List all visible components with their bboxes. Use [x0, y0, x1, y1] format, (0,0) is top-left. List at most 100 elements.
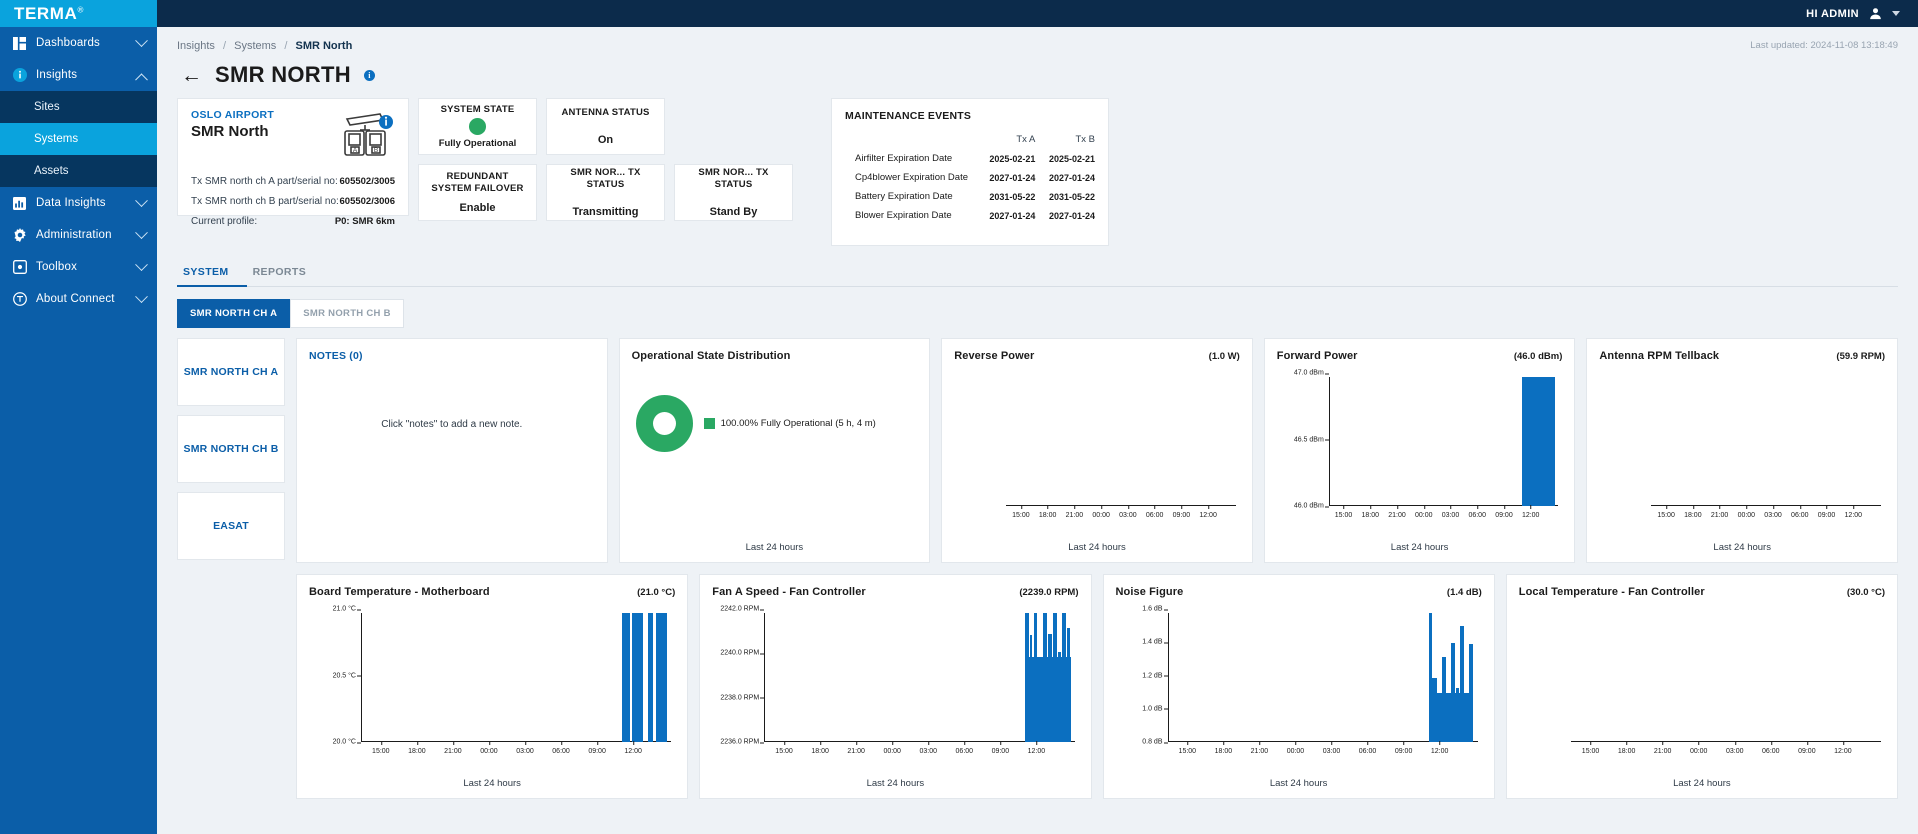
sidebar-item-systems[interactable]: Systems — [0, 123, 157, 155]
x-axis-tick: 12:00 — [1199, 505, 1217, 519]
x-axis-tick: 12:00 — [1521, 505, 1540, 519]
id-label-profile: Current profile: — [191, 216, 258, 227]
x-axis-tick: 03:00 — [1441, 505, 1460, 519]
plot-area — [1006, 377, 1236, 506]
tab-smr-north-ch-b[interactable]: SMR NORTH CH B — [290, 299, 404, 328]
plot-area — [1651, 377, 1881, 506]
tile-redundant-failover[interactable]: REDUNDANT SYSTEM FAILOVER Enable — [418, 164, 537, 221]
x-axis-tick: 00:00 — [1737, 505, 1756, 519]
table-row: Airfilter Expiration Date 2025-02-21 202… — [845, 149, 1095, 168]
donut-ring — [635, 395, 693, 452]
x-axis-tick: 09:00 — [991, 741, 1010, 755]
maintenance-table: Tx A Tx B Airfilter Expiration Date 2025… — [845, 131, 1095, 225]
sidebar-item-insights[interactable]: Insights — [0, 59, 157, 91]
breadcrumb: Insights / Systems / SMR North — [177, 40, 352, 52]
tab-label-system: SYSTEM — [183, 266, 229, 278]
breadcrumb-systems[interactable]: Systems — [234, 40, 276, 52]
tile-tx-status-b[interactable]: SMR NOR... TX STATUS Stand By — [674, 164, 793, 221]
panel-noise-figure: Noise Figure (1.4 dB) 1.6 dB 1.4 dB 1.2 dB… — [1102, 574, 1495, 799]
info-icon[interactable]: i — [363, 69, 375, 81]
panel-title: Reverse Power — [954, 350, 1035, 362]
sidebar-item-dashboards[interactable]: Dashboards — [0, 27, 157, 59]
panel-header: Antenna RPM Tellback (59.9 RPM) — [1599, 350, 1885, 362]
panel-header: Fan A Speed - Fan Controller (2239.0 RPM… — [712, 586, 1078, 598]
side-card-easat[interactable]: EASAT — [177, 492, 285, 560]
sidebar-label-systems: Systems — [34, 133, 79, 145]
page-header: ← SMR NORTH i — [181, 62, 1898, 88]
brand-logo[interactable]: TERMA® — [0, 0, 157, 27]
sidebar-item-about-connect[interactable]: About Connect — [0, 283, 157, 315]
sidebar-item-administration[interactable]: Administration — [0, 219, 157, 251]
panel-title: Local Temperature - Fan Controller — [1518, 586, 1705, 598]
tile-system-state[interactable]: SYSTEM STATE Fully Operational — [418, 98, 537, 155]
chart-bar — [655, 613, 667, 742]
sidebar-label-assets: Assets — [34, 165, 69, 177]
sidebar-item-assets[interactable]: Assets — [0, 155, 157, 187]
tab-smr-north-ch-a[interactable]: SMR NORTH CH A — [177, 299, 291, 328]
id-row-tx-b: Tx SMR north ch B part/serial no: 605502… — [191, 196, 395, 207]
tile-title-antenna-status: ANTENNA STATUS — [561, 106, 650, 118]
maintenance-col-tx-a: Tx A — [1016, 134, 1036, 145]
x-axis-tick: 15:00 — [775, 741, 793, 755]
x-axis-tick: 15:00 — [1178, 741, 1197, 755]
tile-antenna-status[interactable]: ANTENNA STATUS On — [546, 98, 665, 155]
user-menu[interactable]: HI ADMIN — [1806, 6, 1918, 21]
x-axis-tick: 21:00 — [444, 741, 462, 755]
tile-value-redundant-failover: Enable — [459, 201, 496, 214]
y-axis: 2242.0 RPM 2240.0 RPM 2238.0 RPM 2236.0 RPM — [712, 606, 765, 746]
chart-bar — [1024, 656, 1072, 742]
sidebar-item-data-insights[interactable]: Data Insights — [0, 187, 157, 219]
sidebar-label-toolbox: Toolbox — [36, 261, 78, 273]
x-axis-tick: 00:00 — [1689, 741, 1708, 755]
maintenance-row-tx-b: 2027-01-24 — [1048, 172, 1095, 183]
notes-panel: NOTES (0) Click "notes" to add a new not… — [296, 338, 608, 563]
breadcrumb-bar: Insights / Systems / SMR North Last upda… — [177, 27, 1898, 57]
chart-bar — [647, 613, 653, 742]
x-axis-tick: 03:00 — [919, 741, 938, 755]
panel-fan-a-speed: Fan A Speed - Fan Controller (2239.0 RPM… — [699, 574, 1092, 799]
x-axis-tick: 21:00 — [847, 741, 865, 755]
tab-reports[interactable]: REPORTS — [247, 258, 325, 287]
x-axis-tick: 15:00 — [372, 741, 390, 755]
status-tiles: SYSTEM STATE Fully Operational ANTENNA S… — [418, 98, 793, 221]
notes-title[interactable]: NOTES (0) — [309, 350, 595, 362]
side-card-smr-north-ch-a[interactable]: SMR NORTH CH A — [177, 338, 285, 406]
chart-local-temperature: 15:00 18:00 21:00 00:00 03:00 06:00 09:00 12:00 — [1519, 609, 1885, 762]
y-axis-tick: 1.4 dB — [1142, 638, 1168, 646]
bars-layer — [1006, 377, 1236, 506]
y-axis-tick: 2236.0 RPM — [720, 738, 765, 746]
panel-row-top: NOTES (0) Click "notes" to add a new not… — [296, 338, 1898, 563]
panel-title: Fan A Speed - Fan Controller — [712, 586, 866, 598]
tab-system[interactable]: SYSTEM — [177, 258, 247, 287]
back-arrow-icon[interactable]: ← — [181, 65, 202, 86]
panel-footer-label: Last 24 hours — [1713, 542, 1771, 553]
x-axis-tick: 18:00 — [1617, 741, 1636, 755]
breadcrumb-insights[interactable]: Insights — [177, 40, 215, 52]
panel-current-value: (1.4 dB) — [1446, 587, 1482, 598]
maintenance-events-card: MAINTENANCE EVENTS Tx A Tx B Airfilter E… — [831, 98, 1109, 246]
bars-layer — [1571, 613, 1881, 742]
sidebar-item-toolbox[interactable]: Toolbox — [0, 251, 157, 283]
y-axis: 47.0 dBm 46.5 dBm 46.0 dBm — [1277, 370, 1329, 510]
x-axis-tick: 21:00 — [1653, 741, 1672, 755]
side-card-smr-north-ch-b[interactable]: SMR NORTH CH B — [177, 415, 285, 483]
panel-header: Local Temperature - Fan Controller (30.0… — [1519, 586, 1885, 598]
info-circle-icon — [12, 68, 27, 82]
status-tiles-row-1: SYSTEM STATE Fully Operational ANTENNA S… — [418, 98, 793, 155]
asset-side-list: SMR NORTH CH A SMR NORTH CH B EASAT — [177, 338, 285, 799]
x-axis-tick: 15:00 — [1657, 505, 1675, 519]
x-axis-tick: 15:00 — [1012, 505, 1030, 519]
sidebar-item-sites[interactable]: Sites — [0, 91, 157, 123]
maintenance-row-tx-a: 2027-01-24 — [989, 172, 1036, 183]
x-axis-tick: 12:00 — [1027, 741, 1046, 755]
panel-current-value: (1.0 W) — [1208, 351, 1240, 362]
id-label-tx-a: Tx SMR north ch A part/serial no: — [191, 176, 338, 187]
tile-tx-status-a[interactable]: SMR NOR... TX STATUS Transmitting — [546, 164, 665, 221]
content-area: SMR NORTH CH A SMR NORTH CH B EASAT NOTE… — [177, 338, 1898, 799]
x-axis-tick: 21:00 — [1250, 741, 1269, 755]
x-axis-tick: 06:00 — [1791, 505, 1809, 519]
x-axis-tick: 00:00 — [1092, 505, 1110, 519]
y-axis-tick: 0.8 dB — [1142, 738, 1168, 746]
sidebar: Dashboards Insights Sites Systems Assets — [0, 27, 157, 834]
side-card-label: SMR NORTH CH A — [183, 366, 279, 378]
